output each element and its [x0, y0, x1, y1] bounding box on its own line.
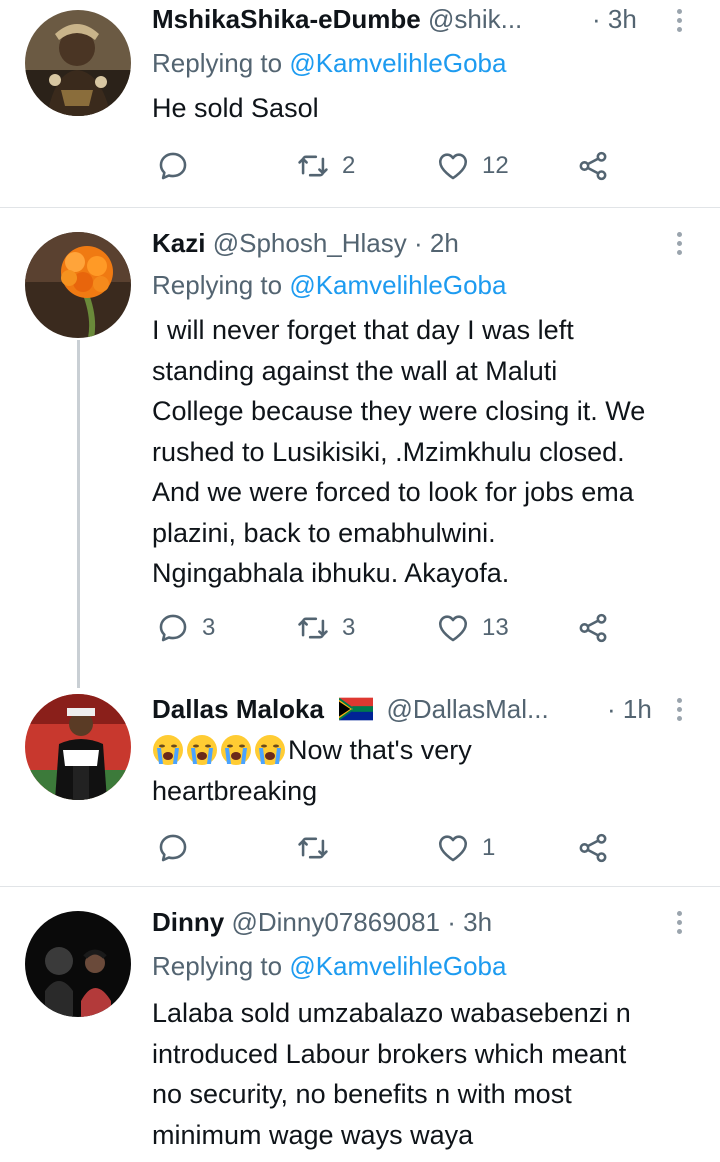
- retweet-button[interactable]: 2: [296, 146, 355, 186]
- retweet-count: 2: [342, 152, 356, 179]
- reply-button[interactable]: [156, 828, 202, 868]
- tweet-3[interactable]: Dallas Maloka @DallasMal... · 1h Now tha…: [0, 678, 720, 886]
- text-line: And we were forced to look for jobs ema: [152, 477, 634, 507]
- like-icon: [438, 153, 468, 180]
- tweet-header: Dallas Maloka @DallasMal...: [152, 692, 549, 726]
- timestamp[interactable]: · 1h: [607, 692, 652, 726]
- reply-icon: [159, 834, 187, 862]
- share-icon: [579, 613, 607, 643]
- text-line: Ngingabhala ibhuku. Akayofa.: [152, 558, 510, 588]
- display-name[interactable]: Dallas Maloka: [152, 694, 324, 724]
- share-button[interactable]: [576, 146, 610, 186]
- tweet-4[interactable]: Dinny @Dinny07869081 · 3h Replying to @K…: [0, 887, 720, 1162]
- tweet-header: MshikaShika-eDumbe @shik...: [152, 2, 522, 36]
- display-name[interactable]: MshikaShika-eDumbe: [152, 4, 421, 34]
- display-name[interactable]: Dinny: [152, 907, 224, 937]
- tweet-header: Dinny @Dinny07869081 · 3h: [152, 905, 492, 939]
- reply-icon: [159, 152, 187, 180]
- reply-button[interactable]: [156, 146, 202, 186]
- tweet-text: He sold Sasol: [152, 93, 319, 123]
- tweet-text: Now that's very heartbreaking: [152, 730, 712, 811]
- retweet-count: 3: [342, 614, 356, 641]
- south-africa-flag-icon: [339, 697, 374, 721]
- text-line: no security, no benefits n with most: [152, 1079, 572, 1109]
- text-line: standing against the wall at Maluti: [152, 355, 558, 386]
- timestamp[interactable]: · 2h: [414, 228, 459, 258]
- user-handle[interactable]: @Dinny07869081: [231, 907, 440, 937]
- user-handle[interactable]: @shik...: [428, 4, 522, 34]
- more-options-icon[interactable]: [672, 232, 686, 259]
- retweet-icon: [298, 155, 328, 177]
- replying-to-label: Replying to: [152, 270, 283, 300]
- replying-to: Replying to @KamvelihleGoba: [152, 268, 506, 302]
- user-handle[interactable]: @DallasMal...: [386, 694, 548, 724]
- avatar[interactable]: [25, 232, 131, 338]
- text-line: introduced Labour brokers which meant: [152, 1038, 627, 1069]
- tweet-text: I will never forget that day I was left …: [152, 310, 712, 594]
- text-line: heartbreaking: [152, 775, 318, 806]
- retweet-icon: [298, 617, 328, 639]
- replying-to: Replying to @KamvelihleGoba: [152, 949, 506, 983]
- text-line: College because they were closing it. We: [152, 396, 646, 426]
- tweet-1[interactable]: MshikaShika-eDumbe @shik... · 3h Replyin…: [0, 0, 720, 208]
- tweet-text: Lalaba sold umzabalazo wabasebenzi n int…: [152, 993, 712, 1155]
- retweet-icon: [298, 837, 328, 859]
- timestamp[interactable]: · 3h: [447, 907, 492, 937]
- share-button[interactable]: [576, 608, 610, 648]
- retweet-button[interactable]: [296, 828, 342, 868]
- share-icon: [579, 833, 607, 863]
- crying-face-emoji: [187, 734, 217, 765]
- tweet-header: Kazi @Sphosh_Hlasy · 2h: [152, 226, 459, 260]
- text-segment: Now that's very: [288, 735, 472, 765]
- text-line: plazini, back to emabhulwini.: [152, 517, 496, 548]
- text-line: Now that's very: [152, 730, 712, 771]
- text-line: minimum wage ways waya: [152, 1119, 474, 1150]
- user-handle[interactable]: @Sphosh_Hlasy: [213, 228, 407, 258]
- replying-to-label: Replying to: [152, 48, 283, 78]
- like-button[interactable]: 13: [436, 608, 509, 648]
- like-icon: [438, 615, 468, 642]
- avatar[interactable]: [25, 10, 131, 116]
- tweet-actions: 1: [152, 828, 632, 868]
- tweet-2[interactable]: Kazi @Sphosh_Hlasy · 2h Replying to @Kam…: [0, 208, 720, 678]
- text-line: Lalaba sold umzabalazo wabasebenzi n: [152, 998, 631, 1028]
- like-count: 12: [482, 152, 509, 179]
- avatar[interactable]: [25, 911, 131, 1017]
- like-count: 1: [482, 834, 496, 861]
- reply-button[interactable]: 3: [156, 608, 215, 648]
- share-icon: [579, 151, 607, 181]
- share-button[interactable]: [576, 828, 610, 868]
- more-options-icon[interactable]: [672, 911, 686, 938]
- mention-link[interactable]: @KamvelihleGoba: [289, 48, 506, 78]
- like-count: 13: [482, 614, 509, 641]
- avatar[interactable]: [25, 694, 131, 800]
- like-button[interactable]: 1: [436, 828, 495, 868]
- tweet-actions: 2 12: [152, 146, 632, 186]
- text-line: rushed to Lusikisiki, .Mzimkhulu closed.: [152, 436, 625, 467]
- replying-to-label: Replying to: [152, 951, 283, 981]
- replying-to: Replying to @KamvelihleGoba: [152, 46, 506, 80]
- crying-face-emoji: [153, 734, 183, 765]
- crying-face-emoji: [255, 734, 285, 765]
- mention-link[interactable]: @KamvelihleGoba: [289, 270, 506, 300]
- more-options-icon[interactable]: [672, 698, 686, 725]
- tweet-actions: 3 3 13: [152, 608, 632, 648]
- like-button[interactable]: 12: [436, 146, 509, 186]
- timestamp[interactable]: · 3h: [592, 2, 637, 36]
- like-icon: [438, 835, 468, 862]
- retweet-button[interactable]: 3: [296, 608, 355, 648]
- text-line: I will never forget that day I was left: [152, 315, 574, 345]
- display-name[interactable]: Kazi: [152, 228, 205, 258]
- crying-face-emoji: [221, 734, 251, 765]
- mention-link[interactable]: @KamvelihleGoba: [289, 951, 506, 981]
- reply-count: 3: [202, 614, 216, 641]
- reply-icon: [159, 614, 187, 642]
- more-options-icon[interactable]: [672, 9, 686, 36]
